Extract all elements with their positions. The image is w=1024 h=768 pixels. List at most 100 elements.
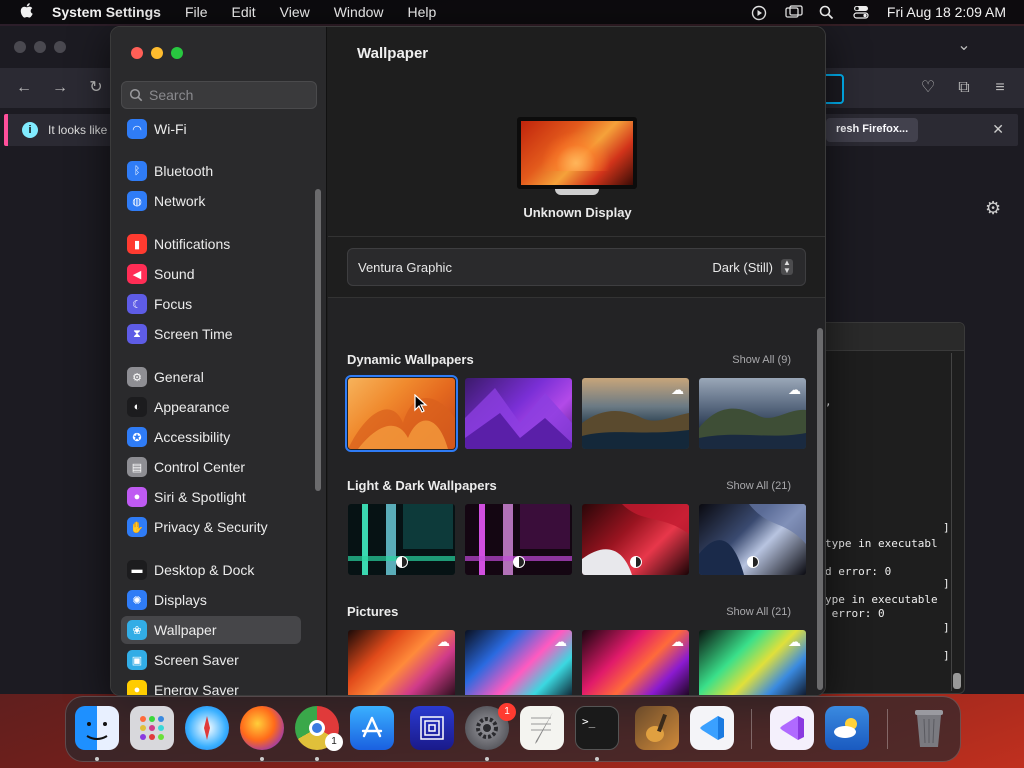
close-window-icon[interactable] <box>131 47 143 59</box>
sidebar-item-label: Wallpaper <box>154 622 217 638</box>
sidebar-item-accessibility[interactable]: ✪ Accessibility <box>121 423 301 451</box>
pocket-icon[interactable]: ♡ <box>920 80 936 96</box>
menu-file[interactable]: File <box>173 4 220 20</box>
wallpaper-appearance-picker[interactable]: Ventura Graphic Dark (Still) ▲ ▼ <box>347 248 806 286</box>
wallpaper-thumb-picture-multicolor[interactable]: ☁ <box>465 630 572 695</box>
cloud-download-icon: ☁ <box>554 634 567 649</box>
dock-app-store-icon[interactable] <box>350 706 394 750</box>
sidebar-item-label: Bluetooth <box>154 163 214 179</box>
wallpaper-thumb-catalina-coast[interactable]: ☁ <box>582 378 689 449</box>
minimize-window-icon[interactable] <box>151 47 163 59</box>
gallery-scrollbar[interactable] <box>817 328 823 690</box>
menu-edit[interactable]: Edit <box>220 4 268 20</box>
sidebar-item-siri-spotlight[interactable]: ● Siri & Spotlight <box>121 483 301 511</box>
tab-list-chevron-icon[interactable]: ⌄ <box>956 38 972 54</box>
terminal-bracket: ] <box>943 649 950 662</box>
sidebar-item-privacy-security[interactable]: ✋ Privacy & Security <box>121 513 301 541</box>
sidebar-item-label: Sound <box>154 266 195 282</box>
sidebar-item-screen-time[interactable]: ⧗ Screen Time <box>121 320 301 348</box>
show-all-pictures-button[interactable]: Show All (21) <box>726 606 791 618</box>
wallpaper-thumb-imac-silver[interactable] <box>699 504 806 575</box>
sidebar-item-general[interactable]: ⚙ General <box>121 363 301 391</box>
back-icon[interactable]: ← <box>16 80 32 96</box>
sidebar-item-screen-saver[interactable]: ▣ Screen Saver <box>121 646 301 674</box>
control-center-toggle-icon[interactable] <box>853 5 869 19</box>
sidebar-item-wi-fi[interactable]: ◠ Wi-Fi <box>121 117 301 143</box>
appearance-icon: ◐ <box>127 397 147 417</box>
appearance-popup-value[interactable]: Dark (Still) <box>712 260 773 275</box>
menubar-clock[interactable]: Fri Aug 18 2:09 AM <box>887 4 1006 20</box>
browser-close-icon[interactable] <box>14 41 26 53</box>
display-preview-image[interactable] <box>517 117 637 189</box>
dock-firefox-icon[interactable] <box>240 706 284 750</box>
zoom-window-icon[interactable] <box>171 47 183 59</box>
app-menu-system-settings[interactable]: System Settings <box>52 4 173 20</box>
running-indicator <box>595 757 599 761</box>
wallpaper-thumb-picture-pink[interactable]: ☁ <box>582 630 689 695</box>
browser-zoom-icon[interactable] <box>54 41 66 53</box>
app-menu-icon[interactable]: ≡ <box>992 80 1008 96</box>
sidebar-item-displays[interactable]: ✺ Displays <box>121 586 301 614</box>
cloud-download-icon: ☁ <box>671 382 684 397</box>
spotlight-search-icon[interactable] <box>819 5 835 20</box>
sidebar-scrollbar[interactable] <box>315 189 321 491</box>
reload-icon[interactable]: ↻ <box>88 80 104 96</box>
sidebar-item-control-center[interactable]: ▤ Control Center <box>121 453 301 481</box>
sidebar-item-wallpaper[interactable]: ❀ Wallpaper <box>121 616 301 644</box>
sidebar-item-label: Network <box>154 193 206 209</box>
wallpaper-thumb-imac-red[interactable] <box>582 504 689 575</box>
sidebar-item-label: Focus <box>154 296 193 312</box>
show-all-dynamic-button[interactable]: Show All (9) <box>732 354 791 366</box>
display-name-label: Unknown Display <box>523 205 632 220</box>
sidebar-item-network[interactable]: ◍ Network <box>121 187 301 215</box>
dock-vscode-icon[interactable] <box>690 706 734 750</box>
forward-icon[interactable]: → <box>52 80 68 96</box>
light-dark-mode-icon <box>630 556 642 568</box>
refresh-firefox-button[interactable]: resh Firefox... <box>826 118 919 142</box>
sidebar-item-label: General <box>154 369 204 385</box>
wallpaper-thumb-macbook-pro-green[interactable] <box>348 504 455 575</box>
menu-view[interactable]: View <box>268 4 322 20</box>
dock-visual-studio-icon[interactable] <box>770 706 814 750</box>
menu-window[interactable]: Window <box>322 4 396 20</box>
dock-launchpad-icon[interactable] <box>130 706 174 750</box>
wallpaper-thumb-monterey[interactable] <box>465 378 572 449</box>
dock-weather-icon[interactable] <box>825 706 869 750</box>
wallpaper-thumb-macbook-pro-purple[interactable] <box>465 504 572 575</box>
cloud-download-icon: ☁ <box>788 634 801 649</box>
display-mirroring-icon[interactable] <box>785 5 803 19</box>
browser-minimize-icon[interactable] <box>34 41 46 53</box>
dock-trash-icon[interactable] <box>907 706 951 750</box>
dock-garageband-icon[interactable] <box>635 706 679 750</box>
wallpaper-thumb-catalina-island[interactable]: ☁ <box>699 378 806 449</box>
dock-safari-icon[interactable] <box>185 706 229 750</box>
extensions-icon[interactable]: ⧉ <box>956 80 972 96</box>
sidebar-item-sound[interactable]: ◀ Sound <box>121 260 301 288</box>
close-notification-icon[interactable]: ✕ <box>992 121 1004 138</box>
dock-finder-icon[interactable] <box>75 706 119 750</box>
dock-network-radar-icon[interactable] <box>410 706 454 750</box>
sidebar-item-bluetooth[interactable]: ᛒ Bluetooth <box>121 157 301 185</box>
sidebar-item-label: Accessibility <box>154 429 231 445</box>
sidebar-search-field[interactable]: Search <box>121 81 317 109</box>
terminal-scroll-thumb[interactable] <box>953 673 961 689</box>
sidebar-item-notifications[interactable]: ▮ Notifications <box>121 230 301 258</box>
sidebar-item-label: Energy Saver <box>154 682 239 696</box>
popup-chevrons-icon[interactable]: ▲ ▼ <box>781 259 793 275</box>
menu-help[interactable]: Help <box>396 4 449 20</box>
wallpaper-thumb-picture-green[interactable]: ☁ <box>699 630 806 695</box>
sidebar-item-energy-saver[interactable]: ● Energy Saver <box>121 676 301 696</box>
cloud-download-icon: ☁ <box>788 382 801 397</box>
wallpaper-thumb-ventura-dynamic[interactable] <box>345 375 458 452</box>
settings-gear-icon[interactable]: ⚙ <box>985 198 1001 219</box>
dock-terminal-icon[interactable]: >_ <box>575 706 619 750</box>
sidebar-item-desktop-dock[interactable]: ▬ Desktop & Dock <box>121 556 301 584</box>
terminal-scrollbar[interactable] <box>951 353 961 691</box>
screen-recording-icon[interactable] <box>751 5 767 21</box>
sidebar-item-appearance[interactable]: ◐ Appearance <box>121 393 301 421</box>
dock-textedit-icon[interactable] <box>520 706 564 750</box>
sidebar-item-focus[interactable]: ☾ Focus <box>121 290 301 318</box>
wallpaper-thumb-picture-orange[interactable]: ☁ <box>348 630 455 695</box>
apple-menu-icon[interactable] <box>0 2 52 22</box>
show-all-light-dark-button[interactable]: Show All (21) <box>726 480 791 492</box>
